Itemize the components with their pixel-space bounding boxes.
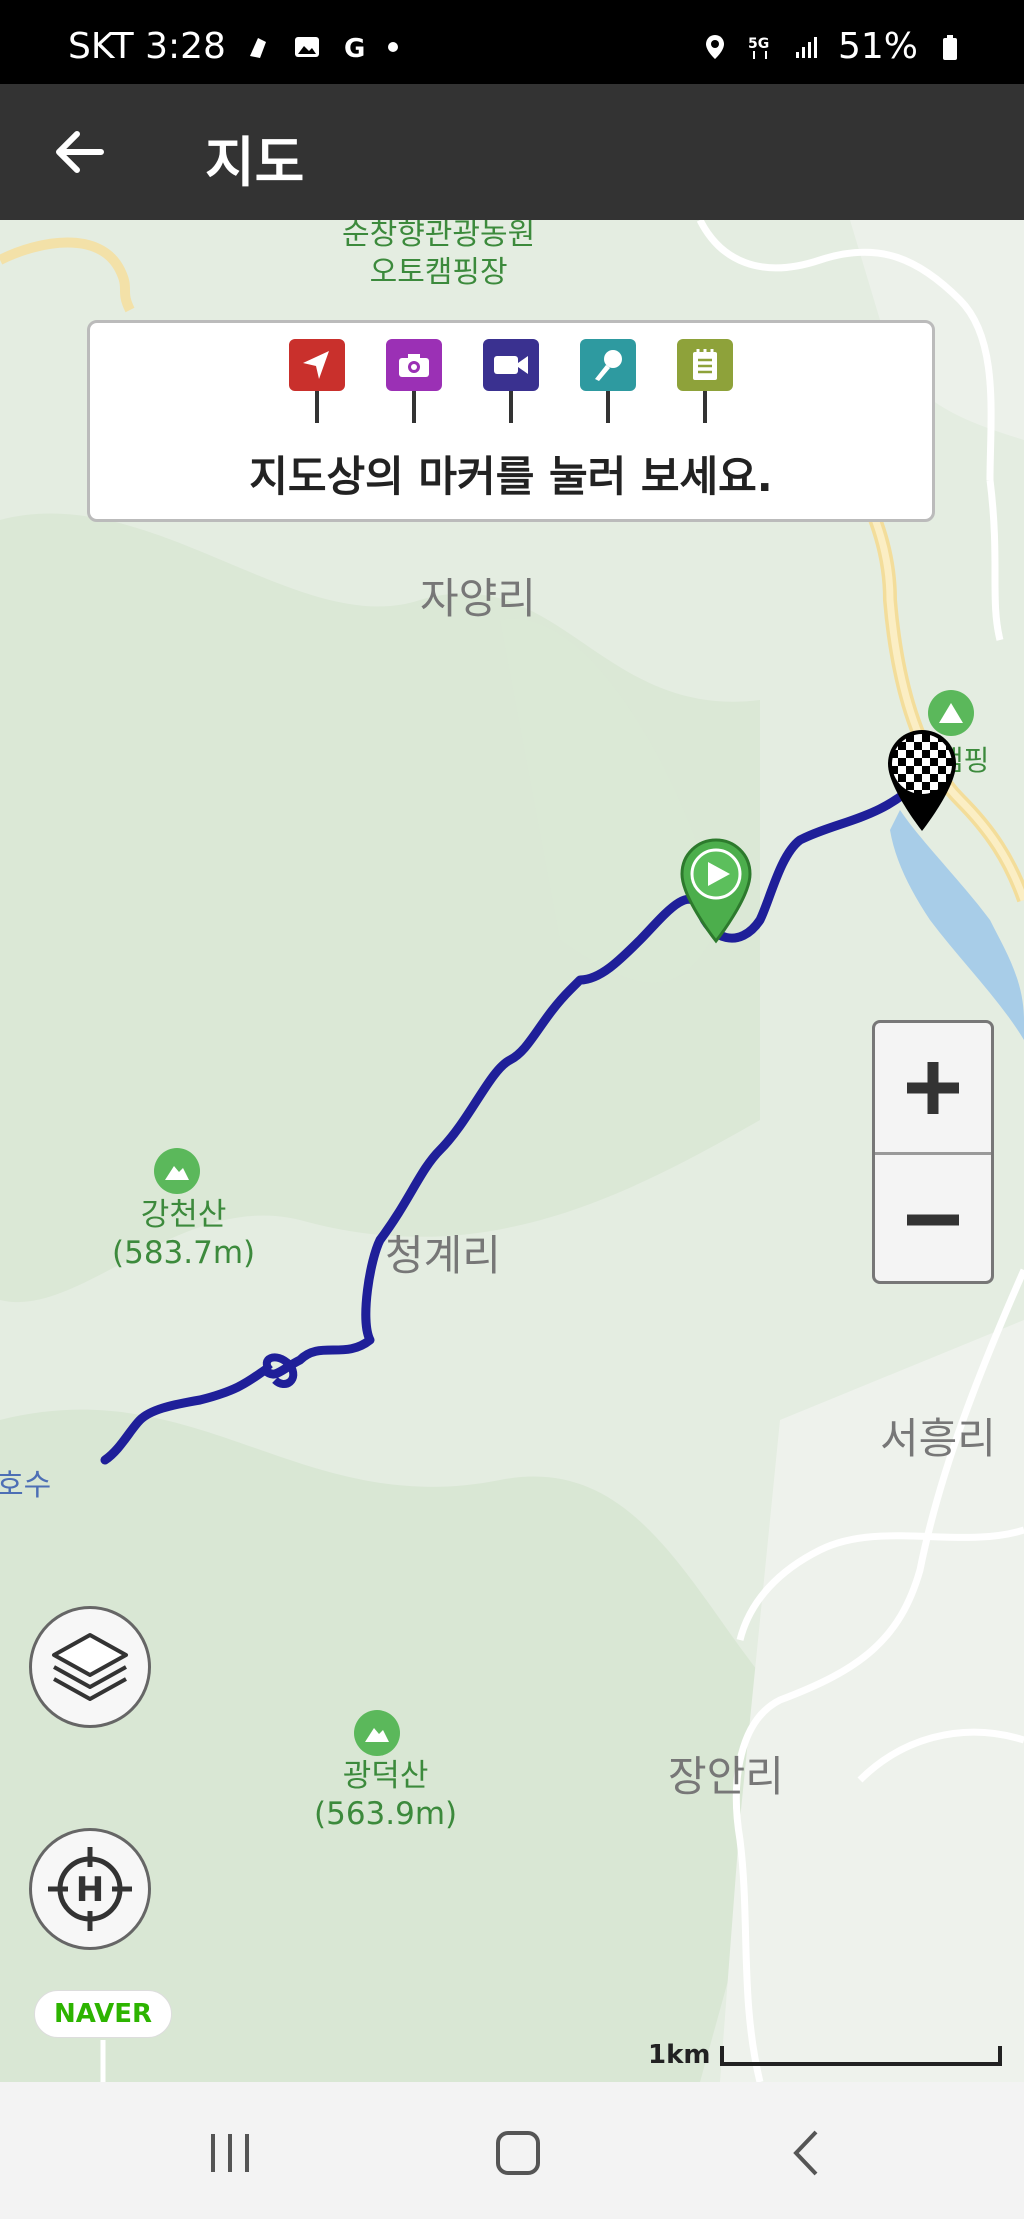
zoom-controls [872, 1020, 994, 1284]
home-location-button[interactable]: H [29, 1828, 151, 1950]
recent-apps-button[interactable] [190, 2118, 270, 2188]
legend-voice-marker [580, 339, 636, 425]
finish-marker-icon[interactable] [882, 726, 962, 836]
scale-bar [720, 2046, 1002, 2066]
scale-label: 1km [648, 2040, 711, 2070]
place-label-cheonggye: 청계리 [385, 1231, 501, 1280]
battery-percent: 51% [837, 26, 918, 67]
place-label-camping-top: 순창향관광농원 오토캠핑장 [342, 220, 536, 290]
mountain-icon-gwangdeok [354, 1710, 400, 1756]
svg-text:5G: 5G [748, 36, 769, 52]
layers-icon [52, 1633, 128, 1701]
legend-instruction: 지도상의 마커를 눌러 보세요. [249, 452, 773, 501]
zoom-out-button[interactable] [875, 1155, 991, 1281]
legend-location-marker [289, 339, 345, 425]
home-square-icon [496, 2131, 540, 2175]
legend-camera-marker [386, 339, 442, 425]
place-label-seoheung: 서흥리 [880, 1414, 996, 1463]
svg-text:H: H [76, 1870, 104, 1910]
arrow-left-icon [56, 131, 104, 173]
camera-icon [399, 354, 429, 377]
system-back-button[interactable] [766, 2118, 846, 2188]
start-marker-icon[interactable] [676, 836, 756, 946]
back-button[interactable] [44, 120, 114, 184]
page-title: 지도 [205, 131, 305, 194]
system-nav-bar [0, 2082, 1024, 2219]
plus-icon [907, 1061, 959, 1114]
chevron-left-icon [793, 2130, 818, 2176]
signal-icon [795, 36, 817, 58]
mountain-label-gwangdeok: 광덕산 (563.9m) [314, 1758, 458, 1832]
recent-apps-icon [211, 2134, 249, 2172]
marker-legend-card: 지도상의 마커를 눌러 보세요. [87, 320, 935, 522]
naver-logo: NAVER [34, 1990, 172, 2038]
map-view[interactable]: 순창향관광농원 오토캠핑장 자양리 청계리 서흥리 장안리 호수 산캠핑 강천산… [0, 220, 1024, 2082]
g-notification-icon: G [344, 34, 365, 62]
place-label-lake: 호수 [0, 1468, 52, 1503]
layers-button[interactable] [29, 1606, 151, 1728]
legend-memo-marker [677, 339, 733, 425]
status-time: SKT 3:28 [68, 26, 226, 67]
crosshair-h-icon: H [48, 1847, 132, 1931]
memo-icon [693, 349, 717, 380]
home-button[interactable] [478, 2118, 558, 2188]
video-camera-icon [494, 356, 528, 374]
5g-icon: 5G [748, 36, 769, 59]
mountain-icon-gangcheon [154, 1148, 200, 1194]
location-status-icon [705, 34, 724, 59]
legend-video-marker [483, 339, 539, 425]
place-label-jayang: 자양리 [420, 574, 536, 623]
navigation-arrow-icon [303, 351, 329, 379]
app-notification-icon [249, 37, 266, 58]
microphone-icon [595, 350, 622, 381]
minus-icon [907, 1214, 959, 1225]
image-notification-icon [294, 36, 319, 57]
mountain-label-gangcheon: 강천산 (583.7m) [112, 1197, 256, 1271]
svg-text:G: G [344, 34, 365, 62]
notification-dot-icon [387, 41, 398, 52]
status-bar: SKT 3:28 G 5G 51% [0, 0, 1024, 84]
battery-icon [943, 34, 957, 60]
zoom-in-button[interactable] [875, 1023, 991, 1152]
place-label-jangan: 장안리 [668, 1752, 784, 1801]
app-bar: 지도 [0, 84, 1024, 220]
